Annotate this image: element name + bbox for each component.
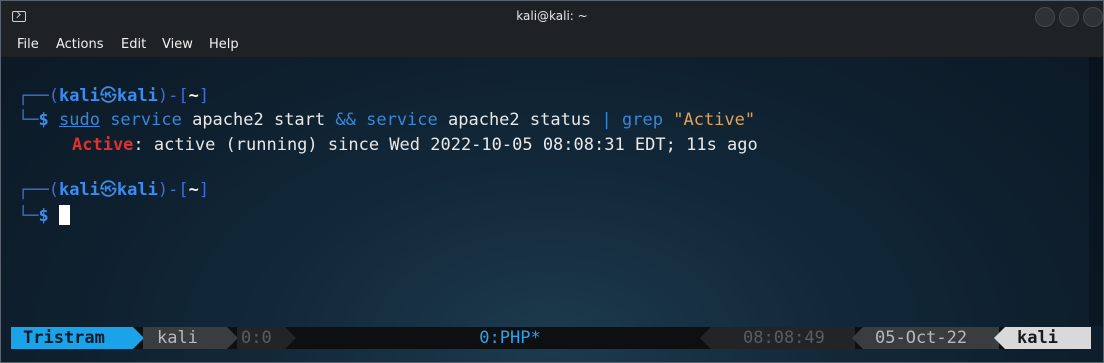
- cmd-sudo: sudo: [58, 110, 100, 130]
- terminal-output[interactable]: ┌──(kali㉿kali)-[~] └─$ sudo service apac…: [1, 57, 1087, 326]
- skull-icon: ㉿: [99, 180, 117, 200]
- menu-help[interactable]: Help: [209, 37, 239, 52]
- prompt-line: ┌──(kali㉿kali)-[~]: [18, 86, 210, 106]
- menu-file[interactable]: File: [17, 37, 39, 52]
- menu-actions[interactable]: Actions: [56, 37, 104, 52]
- text-cursor: [58, 205, 70, 225]
- command-line: └─$ sudo service apache2 start && servic…: [18, 110, 756, 130]
- menu-view[interactable]: View: [162, 37, 193, 52]
- prompt-host: kali: [116, 86, 158, 106]
- status-date: 05-Oct-22: [852, 327, 999, 349]
- cmd-and: &&: [335, 110, 356, 130]
- status-user: kali: [143, 327, 238, 349]
- cmd-pipe: |: [601, 110, 612, 130]
- window-title: kali@kali: ~: [516, 9, 588, 23]
- cmd-service: service: [110, 110, 182, 130]
- prompt-symbol: $: [38, 110, 49, 130]
- maximize-button[interactable]: [1059, 7, 1079, 27]
- output-keyword: Active: [72, 135, 134, 155]
- status-pane: 0:0: [237, 327, 296, 349]
- skull-icon: ㉿: [99, 86, 117, 106]
- menu-edit[interactable]: Edit: [121, 37, 146, 52]
- prompt-user: kali: [58, 86, 100, 106]
- terminal-window: kali@kali: ~ File Actions Edit View Help…: [0, 0, 1104, 363]
- cmd-pattern: "Active": [673, 110, 756, 130]
- cmd-args-2: apache2 status: [437, 110, 602, 130]
- input-line: └─$: [18, 205, 70, 227]
- menu-bar: File Actions Edit View Help: [1, 33, 1103, 57]
- close-button[interactable]: [1083, 7, 1103, 27]
- title-bar: kali@kali: ~: [1, 1, 1103, 33]
- status-window[interactable]: 0:PHP*: [455, 327, 565, 349]
- status-session: Tristram: [11, 327, 144, 349]
- status-time: 08:08:49: [700, 327, 855, 349]
- scrollbar[interactable]: [1089, 57, 1103, 326]
- tmux-status-bar: Tristram kali 0:0 0:PHP* 08:08:49 05-Oct…: [11, 327, 1091, 349]
- status-host: kali: [994, 327, 1091, 349]
- output-line: Active: active (running) since Wed 2022-…: [72, 134, 758, 156]
- cmd-grep: grep: [622, 110, 663, 130]
- prompt-dir: ~: [188, 86, 199, 106]
- cmd-service-2: service: [366, 110, 438, 130]
- minimize-button[interactable]: [1035, 7, 1055, 27]
- output-text: : active (running) since Wed 2022-10-05 …: [133, 135, 758, 155]
- cmd-args: apache2 start: [181, 110, 336, 130]
- prompt-line-2: ┌──(kali㉿kali)-[~]: [18, 180, 210, 200]
